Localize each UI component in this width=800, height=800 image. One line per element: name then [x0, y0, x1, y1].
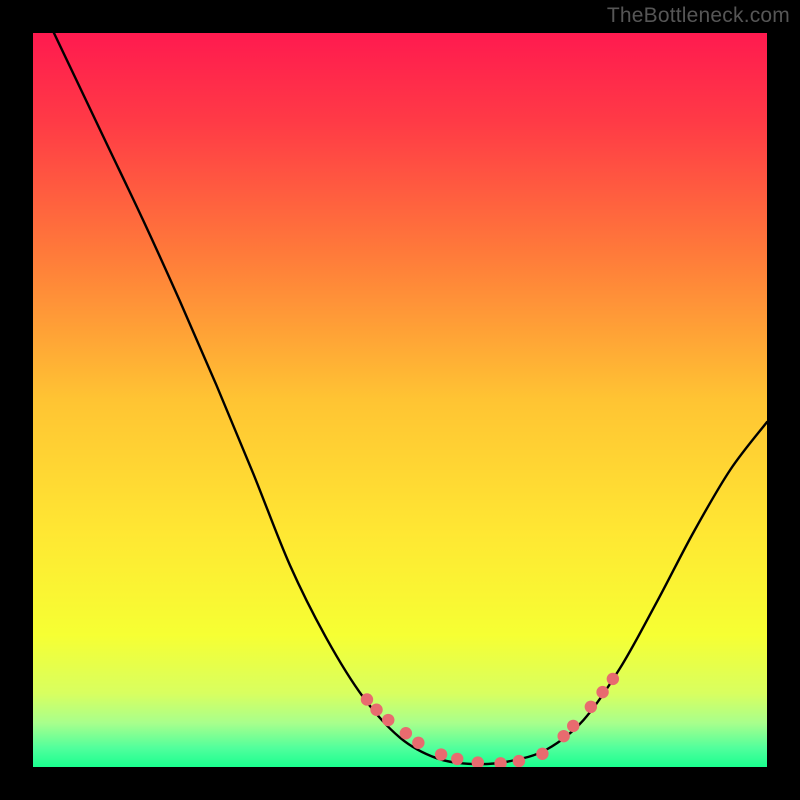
gradient-background — [33, 33, 767, 767]
highlight-point — [557, 730, 569, 742]
highlight-point — [370, 704, 382, 716]
attribution-text: TheBottleneck.com — [607, 4, 790, 28]
highlight-point — [513, 755, 525, 767]
highlight-point — [451, 753, 463, 765]
plot-area — [33, 33, 767, 767]
plot-svg — [33, 33, 767, 767]
highlight-point — [412, 737, 424, 749]
highlight-point — [382, 714, 394, 726]
highlight-point — [607, 673, 619, 685]
highlight-point — [400, 727, 412, 739]
highlight-point — [596, 686, 608, 698]
highlight-point — [567, 720, 579, 732]
highlight-point — [585, 701, 597, 713]
highlight-point — [536, 748, 548, 760]
highlight-point — [435, 748, 447, 760]
chart-stage: TheBottleneck.com — [0, 0, 800, 800]
highlight-point — [361, 693, 373, 705]
